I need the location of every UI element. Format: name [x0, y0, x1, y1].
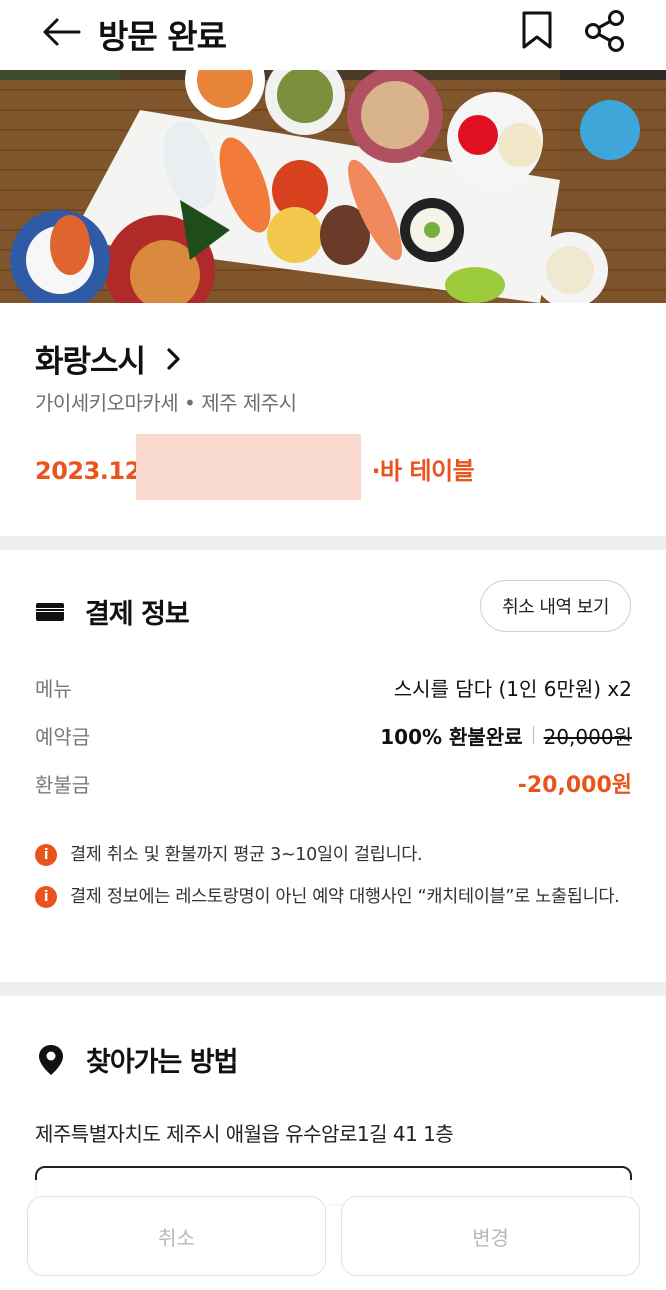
deposit-label: 예약금: [35, 724, 91, 749]
section-divider: [0, 982, 666, 996]
change-button[interactable]: 변경: [341, 1196, 640, 1276]
info-icon: i: [35, 886, 57, 908]
restaurant-address: 제주특별자치도 제주시 애월읍 유수암로1길 41 1층: [35, 1122, 454, 1146]
notice-item: i 결제 취소 및 환불까지 평균 3~10일이 걸립니다.: [35, 840, 635, 870]
redaction-block: [136, 434, 361, 500]
restaurant-category-location: 가이세키오마카세 • 제주 제주시: [35, 391, 297, 415]
notice-item: i 결제 정보에는 레스토랑명이 아닌 예약 대행사인 “캐치테이블”로 노출됩…: [35, 882, 635, 912]
deposit-amount: 20,000원: [543, 724, 632, 749]
map-pin-icon: [39, 1044, 63, 1075]
restaurant-photo: [0, 70, 666, 303]
back-button[interactable]: [38, 12, 84, 52]
booking-date: 2023.12.: [35, 457, 150, 485]
refund-row: 환불금 -20,000원: [35, 768, 632, 799]
share-icon: [585, 10, 624, 52]
restaurant-name: 화랑스시: [35, 344, 146, 380]
separator: [532, 726, 534, 744]
refund-label: 환불금: [35, 772, 91, 797]
share-button[interactable]: [582, 8, 628, 54]
deposit-row: 예약금 100% 환불완료 20,000원: [35, 720, 632, 750]
cancel-history-button[interactable]: 취소 내역 보기: [480, 580, 631, 632]
restaurant-link[interactable]: 화랑스시: [35, 336, 185, 381]
section-divider: [0, 536, 666, 550]
booking-seat: ·바 테이블: [371, 457, 475, 485]
menu-value: 스시를 담다 (1인 6만원) x2: [393, 676, 632, 701]
directions-title: 찾아가는 방법: [86, 1047, 238, 1078]
deposit-status: 100% 환불완료: [380, 724, 523, 749]
chevron-right-icon: [167, 347, 180, 370]
refund-amount: -20,000원: [517, 773, 632, 798]
restaurant-info: 화랑스시 가이세키오마카세 • 제주 제주시 2023.12. ·바 테이블: [0, 303, 666, 536]
payment-section: 결제 정보 취소 내역 보기 메뉴 스시를 담다 (1인 6만원) x2 예약금…: [0, 550, 666, 982]
cancel-button[interactable]: 취소: [27, 1196, 326, 1276]
menu-row: 메뉴 스시를 담다 (1인 6만원) x2: [35, 672, 632, 702]
payment-title: 결제 정보: [85, 599, 190, 630]
directions-section: 찾아가는 방법 제주특별자치도 제주시 애월읍 유수암로1길 41 1층: [0, 996, 666, 1206]
info-icon: i: [35, 844, 57, 866]
bottom-action-bar: 취소 변경: [0, 1180, 666, 1290]
card-icon: [36, 602, 64, 621]
notice-text: 결제 정보에는 레스토랑명이 아닌 예약 대행사인 “캐치테이블”로 노출됩니다…: [70, 887, 620, 907]
arrow-left-icon: [43, 18, 81, 46]
menu-label: 메뉴: [35, 676, 72, 701]
bookmark-icon: [522, 11, 552, 49]
page-title: 방문 완료: [98, 17, 227, 56]
bookmark-button[interactable]: [516, 8, 558, 52]
notice-text: 결제 취소 및 환불까지 평균 3~10일이 걸립니다.: [70, 845, 423, 865]
top-app-bar: 방문 완료: [0, 0, 666, 70]
